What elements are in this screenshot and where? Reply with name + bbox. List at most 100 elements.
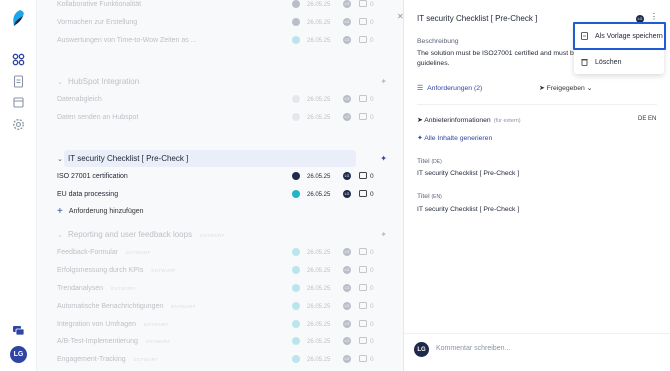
list-item[interactable]: Vormachen zur Erstellung 26.05.25 LG 0 [57,14,387,31]
more-options-icon[interactable]: ⋮ [650,12,658,21]
description-label: Beschreibung [417,38,459,45]
comment-icon [359,172,367,179]
avatar: LG [343,190,351,198]
list-item[interactable]: Integration von Umfragen ENTWURF 26.05.25… [57,316,387,333]
share-status-dropdown[interactable]: ➤ Freigegeben ⌄ [539,84,592,92]
plus-icon: + [57,206,63,217]
avatar: LG [343,266,351,274]
comment-icon [359,113,367,120]
list-item[interactable]: Engagement-Tracking ENTWURF 26.05.25 LG 0 [57,351,387,368]
add-requirement-button[interactable]: + Anforderung hinzufügen [57,206,144,217]
list-item[interactable]: Automatische Benachrichtigungen ENTWURF 2… [57,298,387,315]
list-item[interactable]: Auswertungen von Time-to-Wow Zeiten as .… [57,32,387,49]
list-item[interactable]: EU data processing 26.05.25 LG 0 [57,186,387,203]
comment-icon [359,266,367,273]
comment-count: 0 [370,19,374,26]
avatar: LG [343,113,351,121]
provider-info-label: Anbieterinformationen [424,117,491,124]
sparkle-icon[interactable]: ✦ [380,230,387,239]
comment-count: 0 [370,37,374,44]
generate-all-button[interactable]: ✦ Alle Inhalte generieren [417,134,657,144]
user-avatar[interactable]: LG [10,346,27,363]
comment-count: 0 [370,114,374,121]
comment-count: 0 [370,249,374,256]
list-item[interactable]: A/B-Test-Implementierung ENTWURF 26.05.25… [57,333,387,350]
comment-icon [359,190,367,197]
list-item[interactable]: Erfolgsmessung durch KPIs ENTWURF 26.05.2… [57,262,387,279]
status-dot [292,248,300,256]
list-item[interactable]: Trendanalysen ENTWURF 26.05.25 LG 0 [57,280,387,297]
group-header-security[interactable]: ⌄ IT security Checklist [ Pre-Check ] ✦ [57,150,387,167]
item-title: Kollaborative Funktionalität [57,1,142,8]
document-icon[interactable] [12,75,25,88]
comment-count: 0 [370,173,374,180]
status-dot [292,302,300,310]
avatar: LG [343,355,351,363]
chevron-down-icon[interactable]: ⌄ [57,231,63,239]
checklist-icon[interactable] [12,96,25,109]
draft-badge: ENTWURF [133,357,159,362]
sparkle-icon[interactable]: ✦ [380,77,387,86]
comment-icon [359,95,367,102]
status-dot [292,36,300,44]
comment-icon [359,36,367,43]
group-title: Reporting and user feedback loops ENTWURF [68,230,225,239]
draft-badge: ENTWURF [145,339,171,344]
item-date: 26.05.25 [307,37,331,44]
draft-badge: ENTWURF [126,250,151,255]
settings-icon[interactable] [12,118,25,131]
group-header-reporting[interactable]: ⌄ Reporting and user feedback loops ENTWU… [57,226,387,243]
avatar: LG [414,342,429,357]
list-item[interactable]: Kollaborative Funktionalität 26.05.25 LG… [57,0,387,13]
item-date: 26.05.25 [307,19,331,26]
item-date: 26.05.25 [307,338,331,345]
item-date: 26.05.25 [307,267,331,274]
avatar: LG [343,248,351,256]
item-title: Vormachen zur Erstellung [57,19,138,26]
app-logo[interactable] [11,10,25,26]
comment-input[interactable]: Kommentar schreiben... [436,345,510,352]
comment-icon [359,355,367,362]
list-icon: ☰ [417,85,424,92]
item-date: 26.05.25 [307,1,331,8]
list-item[interactable]: Daten senden an Hubspot 26.05.25 LG 0 [57,109,387,126]
delete-label: Löschen [595,58,622,66]
provider-info-heading[interactable]: ➤ Anbieterinformationen (für extern) [417,116,617,126]
status-dot [292,0,300,8]
generate-all-label: Alle Inhalte generieren [424,135,493,142]
group-header-hubspot[interactable]: ⌄ HubSpot Integration ✦ [57,73,387,90]
comment-count: 0 [370,321,374,328]
tab-requirements[interactable]: ☰ Anforderungen (2) [417,84,483,93]
comment-icon [359,284,367,291]
title-de-value[interactable]: IT security Checklist [ Pre-Check ] [417,169,657,179]
requirements-list: Kollaborative Funktionalität 26.05.25 LG… [37,0,403,371]
send-icon: ➤ [539,85,545,92]
focus-ring [573,22,666,50]
dashboard-icon[interactable] [12,53,25,66]
chevron-down-icon[interactable]: ⌄ [57,155,63,163]
title-de-label: Titel (DE) [417,158,442,165]
list-item[interactable]: ISO 27001 certification 26.05.25 LG 0 [57,168,387,185]
draft-badge: ENTWURF [200,233,225,238]
chevron-down-icon[interactable]: ⌄ [57,78,63,86]
avatar: LG [343,0,351,8]
comment-count: 0 [370,267,374,274]
close-icon[interactable]: ✕ [397,12,404,21]
sparkle-icon[interactable]: ✦ [380,154,387,163]
list-item[interactable]: Feedback-Formular ENTWURF 26.05.25 LG 0 [57,244,387,261]
item-title: Daten senden an Hubspot [57,114,139,121]
chat-icon[interactable] [12,324,25,337]
status-dot [292,337,300,345]
list-item[interactable]: Datenabgleich 26.05.25 LG 0 [57,91,387,108]
comment-icon [359,337,367,344]
status-dot [292,355,300,363]
language-switch[interactable]: DE EN [638,116,656,122]
avatar: LG [343,172,351,180]
tab-requirements-label: Anforderungen (2) [427,84,483,92]
trash-icon [581,59,588,66]
sparkle-icon: ✦ [417,135,423,142]
status-dot [292,320,300,328]
title-en-value[interactable]: IT security Checklist [ Pre-Check ] [417,205,657,215]
delete-item[interactable]: Löschen [574,50,664,74]
item-date: 26.05.25 [307,303,331,310]
